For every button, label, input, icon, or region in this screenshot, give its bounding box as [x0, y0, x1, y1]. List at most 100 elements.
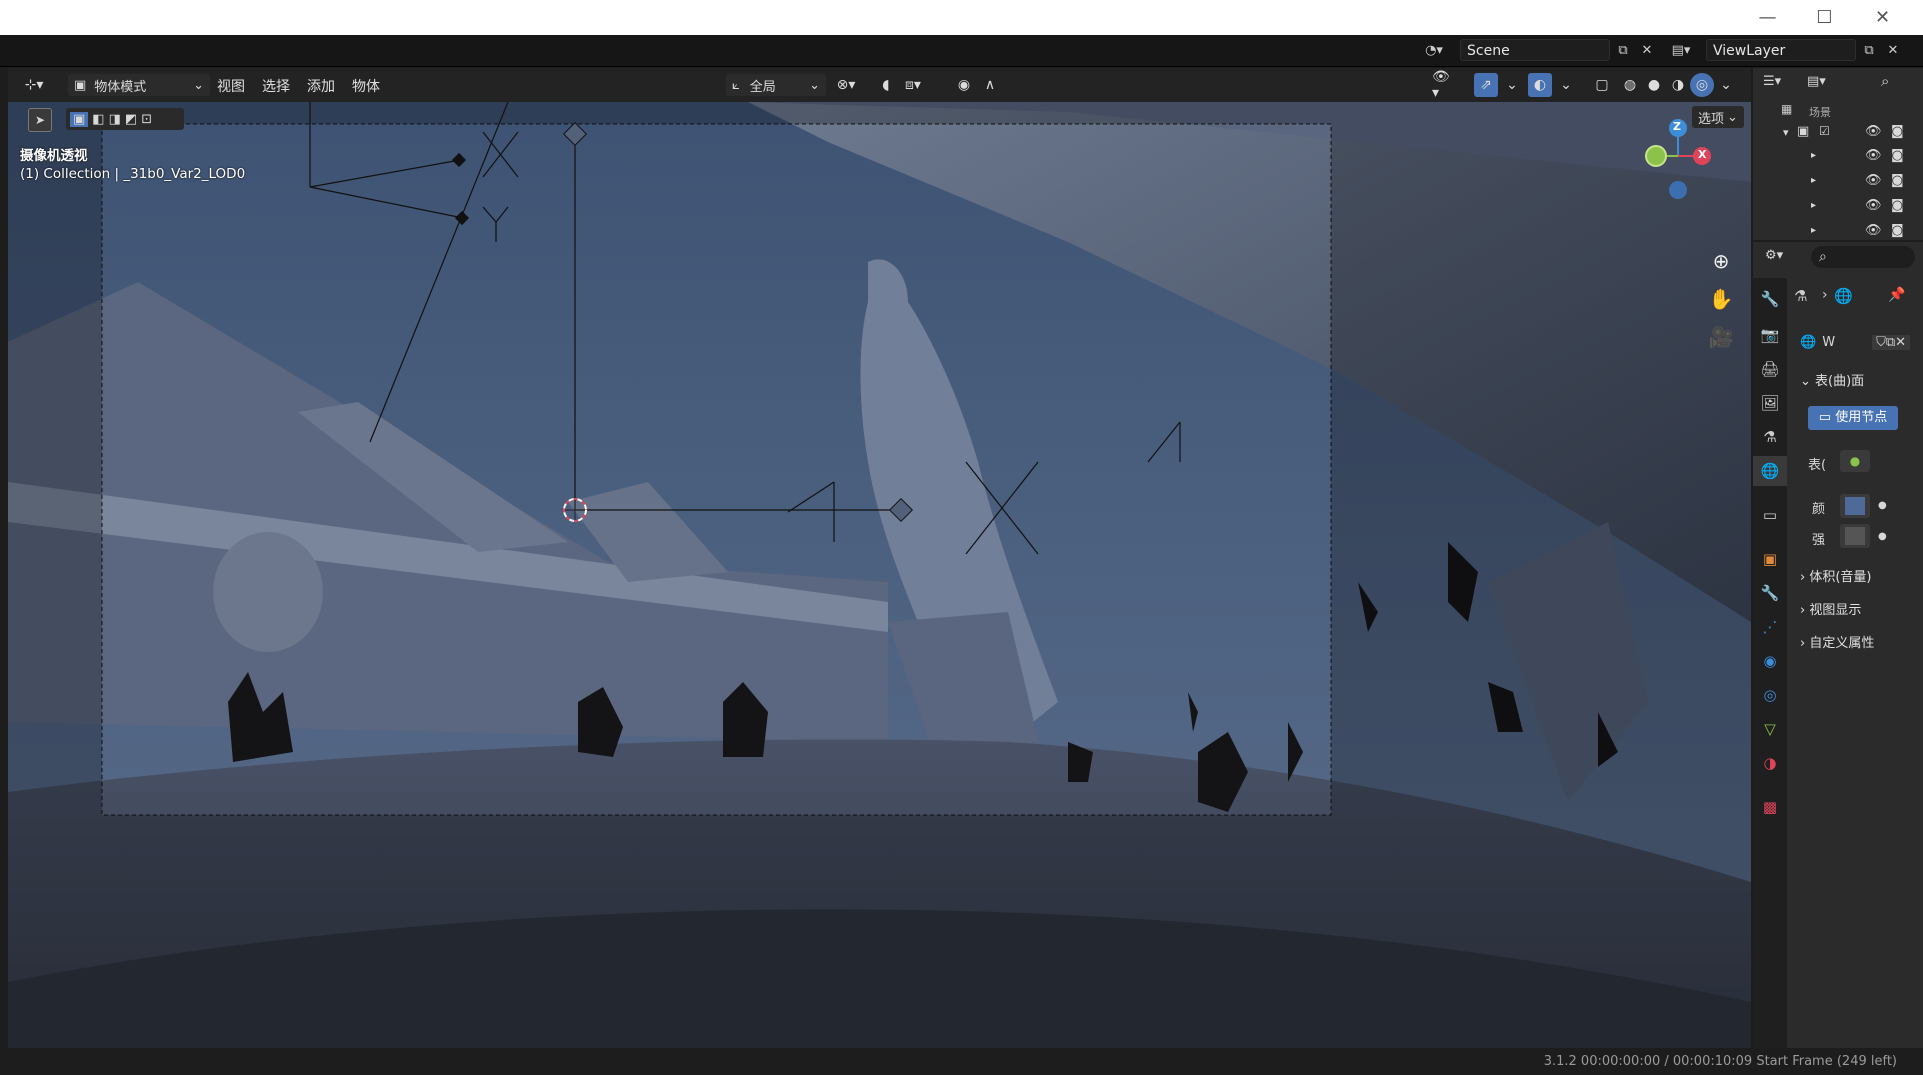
strength-socket-icon[interactable]: ●: [1878, 531, 1887, 542]
eye-icon[interactable]: 👁: [1865, 223, 1882, 238]
mode-dropdown[interactable]: ▣ 物体模式 ⌄: [68, 74, 210, 96]
gizmo-toggle-icon[interactable]: ⇗: [1474, 73, 1498, 97]
custom-properties-panel-header[interactable]: › 自定义属性: [1800, 632, 1905, 656]
render-camera-icon[interactable]: ◙: [1891, 148, 1904, 163]
proportional-edit-icon[interactable]: ◉: [952, 73, 976, 97]
viewlayer-name-field[interactable]: ViewLayer: [1706, 39, 1856, 61]
strength-field[interactable]: [1840, 524, 1870, 548]
texture-tab-icon[interactable]: ▩: [1753, 792, 1787, 822]
display-mode-icon[interactable]: ☰▾: [1763, 74, 1781, 89]
tool-tab-icon[interactable]: 🔧: [1753, 284, 1787, 314]
expand-icon[interactable]: ▸: [1811, 175, 1816, 186]
wireframe-shading-icon[interactable]: ◍: [1618, 73, 1642, 97]
output-tab-icon[interactable]: 🖨: [1753, 354, 1787, 384]
modifier-tab-icon[interactable]: 🔧: [1753, 578, 1787, 608]
eye-icon[interactable]: 👁: [1865, 148, 1882, 163]
maximize-button[interactable]: ☐: [1797, 0, 1852, 35]
checkbox-icon[interactable]: ☑: [1819, 124, 1830, 138]
select-tool-icon[interactable]: ➤: [28, 108, 52, 132]
minimize-button[interactable]: —: [1740, 0, 1795, 35]
selection-invert-icon[interactable]: ◩: [125, 112, 137, 127]
collection-label: (1) Collection | _31b0_Var2_LOD0: [20, 166, 246, 182]
delete-scene-icon[interactable]: ✕: [1636, 39, 1658, 61]
solid-shading-icon[interactable]: ●: [1642, 73, 1666, 97]
selection-new-icon[interactable]: ▣: [70, 111, 89, 127]
window-titlebar: — ☐ ✕: [0, 0, 1923, 35]
properties-search-field[interactable]: ⌕: [1811, 246, 1915, 268]
constraints-tab-icon[interactable]: ◎: [1753, 680, 1787, 710]
chevron-down-icon: ⌄: [809, 77, 820, 93]
expand-icon[interactable]: ▸: [1811, 150, 1816, 161]
scene-tab-icon[interactable]: ⚗: [1753, 422, 1787, 452]
pin-icon[interactable]: 📌: [1888, 287, 1905, 303]
expand-icon[interactable]: ▸: [1811, 225, 1816, 236]
gizmo-dropdown-icon[interactable]: ⌄: [1500, 73, 1524, 97]
render-camera-icon[interactable]: ◙: [1891, 173, 1904, 188]
render-camera-icon[interactable]: ◙: [1891, 198, 1904, 213]
surface-panel-header[interactable]: ⌄ 表(曲)面: [1800, 370, 1905, 394]
scene-browse-icon[interactable]: ◔▾: [1423, 39, 1445, 61]
transform-orientation-dropdown[interactable]: ⟀ 全局 ⌄: [726, 74, 826, 96]
pivot-point-icon[interactable]: ⊗▾: [834, 73, 858, 97]
collection-tab-icon[interactable]: ▭: [1753, 500, 1787, 530]
selection-subtract-icon[interactable]: ◨: [109, 112, 121, 127]
render-camera-icon[interactable]: ◙: [1891, 124, 1904, 139]
xray-icon[interactable]: ▢: [1590, 73, 1614, 97]
expand-icon[interactable]: ▾: [1783, 126, 1789, 139]
world-name: W: [1822, 334, 1836, 350]
viewlayer-browse-icon[interactable]: ▤▾: [1670, 39, 1692, 61]
properties-editor-type-icon[interactable]: ⚙▾: [1765, 248, 1783, 263]
render-camera-icon[interactable]: ◙: [1891, 223, 1904, 238]
navigation-gizmo[interactable]: Z X: [1638, 116, 1718, 206]
overlays-dropdown-icon[interactable]: ⌄: [1554, 73, 1578, 97]
fake-user-icon[interactable]: ⛉⧉✕: [1872, 334, 1910, 350]
selection-extend-icon[interactable]: ◧: [92, 112, 104, 127]
eye-icon[interactable]: 👁: [1865, 198, 1882, 213]
menu-view[interactable]: 视图: [217, 76, 245, 96]
surface-socket-button[interactable]: ●: [1840, 450, 1870, 472]
pan-hand-icon[interactable]: ✋: [1706, 284, 1736, 314]
expand-icon[interactable]: ▸: [1811, 200, 1816, 211]
viewport-display-panel-header[interactable]: › 视图显示: [1800, 599, 1905, 623]
snap-toggle-icon[interactable]: ◖: [874, 73, 898, 97]
new-scene-icon[interactable]: ⧉: [1612, 39, 1634, 61]
shading-dropdown-icon[interactable]: ⌄: [1714, 73, 1738, 97]
snap-target-icon[interactable]: ⧈▾: [901, 73, 925, 97]
3d-viewport[interactable]: ➤ ▣ ◧ ◨ ◩ ⊡ 选项 ⌄ 摄像机透视 (1) Collection | _…: [8, 102, 1751, 1048]
menu-add[interactable]: 添加: [307, 76, 335, 96]
world-tab-icon[interactable]: 🌐: [1753, 456, 1787, 486]
strength-field-label: 强: [1812, 533, 1826, 548]
physics-tab-icon[interactable]: ◉: [1753, 646, 1787, 676]
search-icon[interactable]: ⌕: [1881, 72, 1889, 90]
filter-icon[interactable]: ▤▾: [1807, 74, 1826, 89]
render-tab-icon[interactable]: 📷: [1753, 320, 1787, 350]
scene-name-field[interactable]: Scene: [1460, 39, 1610, 61]
new-viewlayer-icon[interactable]: ⧉: [1858, 39, 1880, 61]
visibility-icon[interactable]: 👁▾: [1432, 69, 1456, 101]
selection-intersect-icon[interactable]: ⊡: [141, 112, 152, 127]
object-tab-icon[interactable]: ▣: [1753, 544, 1787, 574]
particles-tab-icon[interactable]: ⋰: [1753, 612, 1787, 642]
color-socket-icon[interactable]: ●: [1878, 500, 1887, 511]
eye-icon[interactable]: 👁: [1865, 173, 1882, 188]
delete-viewlayer-icon[interactable]: ✕: [1882, 39, 1904, 61]
volume-panel-header[interactable]: › 体积(音量): [1800, 566, 1905, 590]
data-tab-icon[interactable]: ▽: [1753, 714, 1787, 744]
material-shading-icon[interactable]: ◑: [1666, 73, 1690, 97]
editor-type-icon[interactable]: ⊹▾: [22, 73, 46, 97]
zoom-icon[interactable]: ⊕: [1706, 246, 1736, 276]
camera-view-icon[interactable]: 🎥: [1706, 322, 1736, 352]
close-window-button[interactable]: ✕: [1855, 0, 1910, 35]
world-datablock[interactable]: 🌐 W ⛉⧉✕: [1800, 330, 1910, 354]
eye-icon[interactable]: 👁: [1865, 124, 1882, 139]
use-nodes-button[interactable]: ▭ 使用节点: [1808, 406, 1898, 430]
falloff-icon[interactable]: ∧: [978, 73, 1002, 97]
chevron-right-icon: ›: [1800, 603, 1810, 618]
material-tab-icon[interactable]: ◑: [1753, 748, 1787, 778]
menu-select[interactable]: 选择: [262, 76, 290, 96]
menu-object[interactable]: 物体: [352, 76, 380, 96]
rendered-shading-icon[interactable]: ◎: [1690, 73, 1714, 97]
color-swatch[interactable]: [1840, 494, 1870, 518]
overlays-toggle-icon[interactable]: ◐: [1528, 73, 1552, 97]
view-layer-tab-icon[interactable]: 🖼: [1753, 388, 1787, 418]
